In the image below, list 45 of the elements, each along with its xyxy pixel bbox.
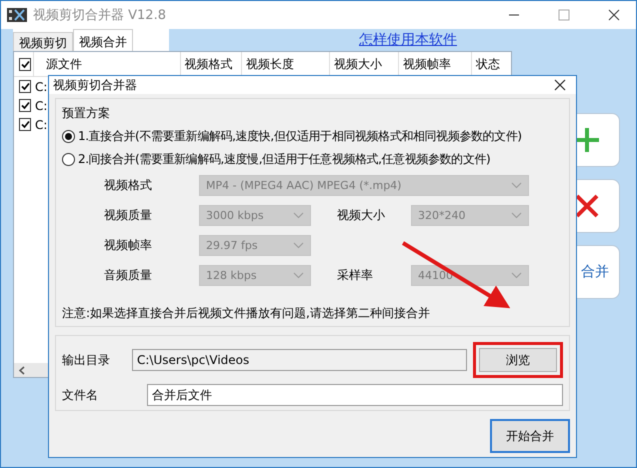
radio-option[interactable]: 2.间接合并(需要重新编解码,速度慢,但适用于任意视频格式,任意视频参数的文件) xyxy=(62,151,563,168)
tab[interactable]: 视频合并 xyxy=(73,29,133,51)
start-button[interactable]: 开始合并 xyxy=(490,419,570,453)
tab[interactable]: 视频剪切 xyxy=(13,32,73,51)
window-title: 视频剪切合并器 V12.8 xyxy=(33,7,167,24)
output-field[interactable]: C:\Users\pc\Videos xyxy=(132,349,467,371)
field-label: 输出目录 xyxy=(62,352,111,368)
checkbox[interactable] xyxy=(19,58,31,70)
field-label: 视频格式 xyxy=(104,177,153,194)
table-cell-text: C: xyxy=(35,78,48,96)
table-cell-text: C: xyxy=(35,116,48,134)
app-icon xyxy=(7,7,27,23)
field-label: 视频帧率 xyxy=(104,237,153,254)
radio-option[interactable]: 1.直接合并(不需要重新编解码,速度快,但仅适用于相同视频格式和相同视频参数的文件) xyxy=(62,128,563,145)
column-header[interactable]: 状态 xyxy=(472,52,511,76)
check-icon xyxy=(20,120,30,129)
scroll-left-icon xyxy=(19,366,25,374)
check-icon xyxy=(20,101,30,110)
checkbox[interactable] xyxy=(19,99,31,112)
checkbox[interactable] xyxy=(19,118,31,131)
field-label: 音频质量 xyxy=(104,267,153,284)
close-icon xyxy=(554,79,566,91)
dialog-title: 视频剪切合并器 xyxy=(53,76,137,94)
browse-button[interactable]: 浏览 xyxy=(479,348,557,372)
close-icon xyxy=(608,9,620,21)
chevron-down-icon xyxy=(511,272,522,279)
maximize-icon xyxy=(558,9,570,21)
note-text: 注意:如果选择直接合并后视频文件播放有问题,请选择第二种间接合并 xyxy=(62,305,431,322)
checkbox[interactable] xyxy=(19,80,31,93)
cross-icon xyxy=(575,194,599,218)
field-label: 视频质量 xyxy=(104,207,153,224)
group-label: 预置方案 xyxy=(62,105,111,122)
chevron-down-icon xyxy=(293,272,304,279)
field-label: 视频大小 xyxy=(337,207,386,224)
chevron-down-icon xyxy=(293,212,304,219)
help-link[interactable]: 怎样使用本软件 xyxy=(359,31,457,49)
check-icon xyxy=(20,60,30,68)
chevron-down-icon xyxy=(511,182,522,189)
table-cell-text: C: xyxy=(35,98,48,114)
chevron-down-icon xyxy=(511,212,522,219)
check-icon xyxy=(20,82,30,91)
chevron-down-icon xyxy=(293,242,304,249)
field-label: 采样率 xyxy=(337,267,374,284)
field-label: 文件名 xyxy=(62,386,99,404)
filename-field[interactable]: 合并后文件 xyxy=(147,384,563,406)
